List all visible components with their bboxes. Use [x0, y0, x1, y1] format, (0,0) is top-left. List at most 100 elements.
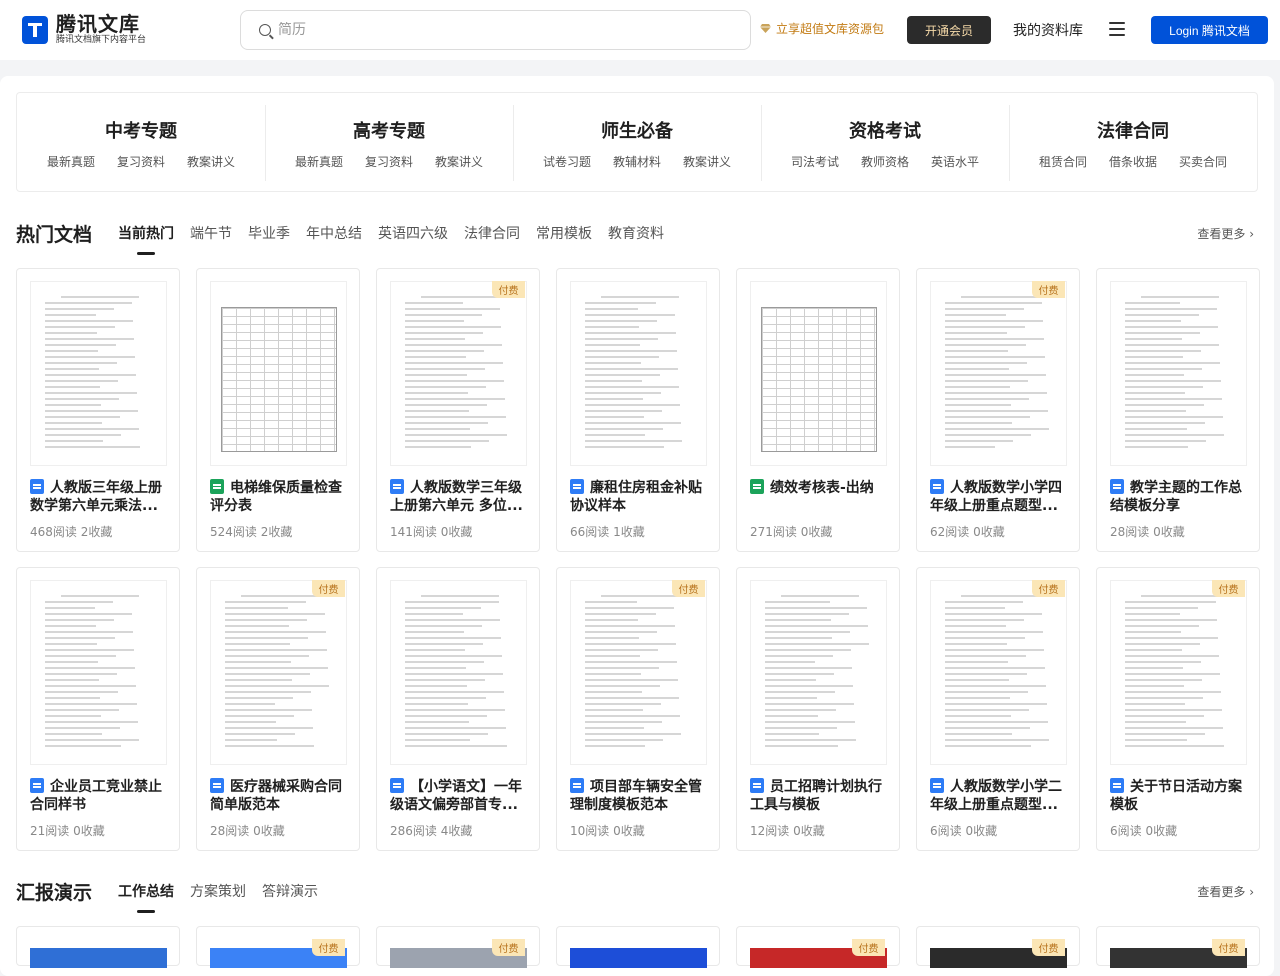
- doc-title[interactable]: 项目部车辆安全管理制度模板范本: [570, 778, 710, 814]
- doc-thumbnail[interactable]: [210, 580, 347, 765]
- doc-thumbnail[interactable]: [930, 580, 1067, 765]
- login-button[interactable]: Login 腾讯文档: [1151, 16, 1268, 44]
- topic-title[interactable]: 法律合同: [1009, 117, 1257, 142]
- doc-thumbnail[interactable]: [570, 281, 707, 466]
- doc-thumbnail[interactable]: [750, 580, 887, 765]
- doc-title[interactable]: 医疗器械采购合同简单版范本: [210, 778, 350, 814]
- doc-card[interactable]: 【小学语文】一年级语文偏旁部首专... 286阅读 4收藏: [376, 567, 540, 851]
- vip-button[interactable]: 开通会员: [907, 16, 991, 44]
- ppt-card[interactable]: [16, 926, 180, 968]
- ppt-cover[interactable]: [570, 948, 707, 968]
- doc-card[interactable]: 电梯维保质量检查评分表 524阅读 2收藏: [196, 268, 360, 552]
- topic-title[interactable]: 中考专题: [17, 117, 265, 142]
- doc-card[interactable]: 绩效考核表-出纳 271阅读 0收藏: [736, 268, 900, 552]
- site-logo[interactable]: 腾讯文库 腾讯文档旗下内容平台: [22, 13, 146, 46]
- topic-link[interactable]: 教案讲义: [435, 153, 483, 170]
- doc-title[interactable]: 电梯维保质量检查评分表: [210, 479, 350, 515]
- menu-icon[interactable]: [1109, 22, 1125, 36]
- doc-thumbnail[interactable]: [210, 281, 347, 466]
- doc-title[interactable]: 人教版数学三年级上册第六单元 多位...: [390, 479, 530, 515]
- topic-link[interactable]: 司法考试: [791, 153, 839, 170]
- topic-link[interactable]: 教案讲义: [187, 153, 235, 170]
- doc-card[interactable]: 付费 人教版数学小学四年级上册重点题型... 62阅读 0收藏: [916, 268, 1080, 552]
- ppt-cover[interactable]: [30, 948, 167, 968]
- doc-card[interactable]: 付费 项目部车辆安全管理制度模板范本 10阅读 0收藏: [556, 567, 720, 851]
- topic-link[interactable]: 教师资格: [861, 153, 909, 170]
- doc-card[interactable]: 人教版三年级上册数学第六单元乘法... 468阅读 2收藏: [16, 268, 180, 552]
- doc-thumbnail[interactable]: [930, 281, 1067, 466]
- tab-templates[interactable]: 常用模板: [536, 223, 592, 243]
- doc-card[interactable]: 付费 人教版数学三年级上册第六单元 多位... 141阅读 0收藏: [376, 268, 540, 552]
- tab-planning[interactable]: 方案策划: [190, 881, 246, 901]
- tab-defense[interactable]: 答辩演示: [262, 881, 318, 901]
- paid-badge: 付费: [492, 281, 525, 298]
- tab-graduation[interactable]: 毕业季: [248, 223, 290, 243]
- topic-link[interactable]: 买卖合同: [1179, 153, 1227, 170]
- topic-link[interactable]: 复习资料: [117, 153, 165, 170]
- doc-title[interactable]: 绩效考核表-出纳: [750, 479, 890, 515]
- doc-card[interactable]: 付费 人教版数学小学二年级上册重点题型... 6阅读 0收藏: [916, 567, 1080, 851]
- doc-title[interactable]: 教学主题的工作总结模板分享: [1110, 479, 1250, 515]
- tab-dragon-boat[interactable]: 端午节: [190, 223, 232, 243]
- topic-link[interactable]: 租赁合同: [1039, 153, 1087, 170]
- ppt-card[interactable]: 付费: [916, 926, 1080, 968]
- view-more-link[interactable]: 查看更多 ›: [1197, 883, 1254, 900]
- topic-title[interactable]: 资格考试: [761, 117, 1009, 142]
- doc-card[interactable]: 员工招聘计划执行工具与模板 12阅读 0收藏: [736, 567, 900, 851]
- doc-thumbnail[interactable]: [30, 580, 167, 765]
- view-more-link[interactable]: 查看更多 ›: [1197, 225, 1254, 242]
- doc-stats: 271阅读 0收藏: [750, 525, 833, 539]
- doc-thumbnail[interactable]: [1110, 281, 1247, 466]
- doc-stats: 10阅读 0收藏: [570, 824, 645, 838]
- topic-link[interactable]: 借条收据: [1109, 153, 1157, 170]
- doc-title[interactable]: 【小学语文】一年级语文偏旁部首专...: [390, 778, 530, 814]
- ppt-card[interactable]: 付费: [376, 926, 540, 968]
- doc-thumbnail[interactable]: [1110, 580, 1247, 765]
- doc-thumbnail[interactable]: [30, 281, 167, 466]
- doc-title[interactable]: 人教版数学小学二年级上册重点题型...: [930, 778, 1070, 814]
- my-library-link[interactable]: 我的资料库: [1013, 20, 1083, 40]
- doc-title[interactable]: 人教版三年级上册数学第六单元乘法...: [30, 479, 170, 515]
- promo-link[interactable]: 立享超值文库资源包: [760, 20, 884, 37]
- doc-title[interactable]: 人教版数学小学四年级上册重点题型...: [930, 479, 1070, 515]
- topic-link[interactable]: 最新真题: [47, 153, 95, 170]
- doc-thumbnail[interactable]: [390, 580, 527, 765]
- topic-item: 资格考试 司法考试 教师资格 英语水平: [761, 93, 1009, 191]
- ppt-card[interactable]: 付费: [1096, 926, 1260, 968]
- doc-file-icon: [390, 479, 404, 494]
- tab-mid-year[interactable]: 年中总结: [306, 223, 362, 243]
- topic-link[interactable]: 最新真题: [295, 153, 343, 170]
- topic-link[interactable]: 教辅材料: [613, 153, 661, 170]
- topic-link[interactable]: 试卷习题: [543, 153, 591, 170]
- tab-education[interactable]: 教育资料: [608, 223, 664, 243]
- doc-card[interactable]: 廉租住房租金补贴协议样本 66阅读 1收藏: [556, 268, 720, 552]
- tab-cet[interactable]: 英语四六级: [378, 223, 448, 243]
- ppt-card[interactable]: 付费: [736, 926, 900, 968]
- search-box[interactable]: [240, 10, 751, 50]
- topic-title[interactable]: 高考专题: [265, 117, 513, 142]
- topic-title[interactable]: 师生必备: [513, 117, 761, 142]
- doc-card[interactable]: 付费 关于节日活动方案模板 6阅读 0收藏: [1096, 567, 1260, 851]
- search-icon[interactable]: [259, 24, 271, 36]
- topic-link[interactable]: 教案讲义: [683, 153, 731, 170]
- ppt-card[interactable]: [556, 926, 720, 968]
- tab-work-summary[interactable]: 工作总结: [118, 881, 174, 913]
- doc-card[interactable]: 企业员工竞业禁止合同样书 21阅读 0收藏: [16, 567, 180, 851]
- doc-title[interactable]: 关于节日活动方案模板: [1110, 778, 1250, 814]
- ppt-card[interactable]: 付费: [196, 926, 360, 968]
- topic-link[interactable]: 复习资料: [365, 153, 413, 170]
- doc-thumbnail[interactable]: [390, 281, 527, 466]
- search-input[interactable]: [278, 22, 718, 38]
- tab-current-hot[interactable]: 当前热门: [118, 223, 174, 255]
- doc-thumbnail[interactable]: [750, 281, 887, 466]
- topic-link[interactable]: 英语水平: [931, 153, 979, 170]
- doc-stats: 6阅读 0收藏: [1110, 824, 1178, 838]
- doc-thumbnail[interactable]: [570, 580, 707, 765]
- doc-card[interactable]: 教学主题的工作总结模板分享 28阅读 0收藏: [1096, 268, 1260, 552]
- tab-law[interactable]: 法律合同: [464, 223, 520, 243]
- doc-title[interactable]: 员工招聘计划执行工具与模板: [750, 778, 890, 814]
- doc-card[interactable]: 付费 医疗器械采购合同简单版范本 28阅读 0收藏: [196, 567, 360, 851]
- doc-title[interactable]: 廉租住房租金补贴协议样本: [570, 479, 710, 515]
- doc-title[interactable]: 企业员工竞业禁止合同样书: [30, 778, 170, 814]
- doc-file-icon: [390, 778, 404, 793]
